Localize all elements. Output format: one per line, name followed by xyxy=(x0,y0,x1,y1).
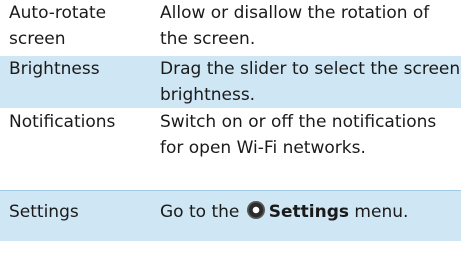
term-notifications: Notifications xyxy=(0,108,151,190)
table-row: Settings Go to the Settings menu. xyxy=(0,190,461,242)
table-row: Brightness Drag the slider to select the… xyxy=(0,55,461,109)
description-auto-rotate-screen: Allow or disallow the rotation of the sc… xyxy=(151,0,461,56)
description-notifications: Switch on or off the notifications for o… xyxy=(151,108,461,190)
description-settings-suffix: menu. xyxy=(354,202,409,222)
description-settings-prefix: Go to the xyxy=(160,202,240,222)
settings-gear-icon xyxy=(246,201,265,219)
description-settings: Go to the Settings menu. xyxy=(151,190,461,242)
term-settings: Settings xyxy=(0,190,151,242)
settings-menu-name: Settings xyxy=(268,202,350,222)
settings-table: Auto-rotate screen Allow or disallow the… xyxy=(0,0,461,242)
table-row: Auto-rotate screen Allow or disallow the… xyxy=(0,0,461,56)
term-auto-rotate-screen: Auto-rotate screen xyxy=(0,0,151,56)
table-row: Notifications Switch on or off the notif… xyxy=(0,108,461,190)
description-brightness: Drag the slider to select the screen bri… xyxy=(151,55,461,109)
term-brightness: Brightness xyxy=(0,55,151,109)
